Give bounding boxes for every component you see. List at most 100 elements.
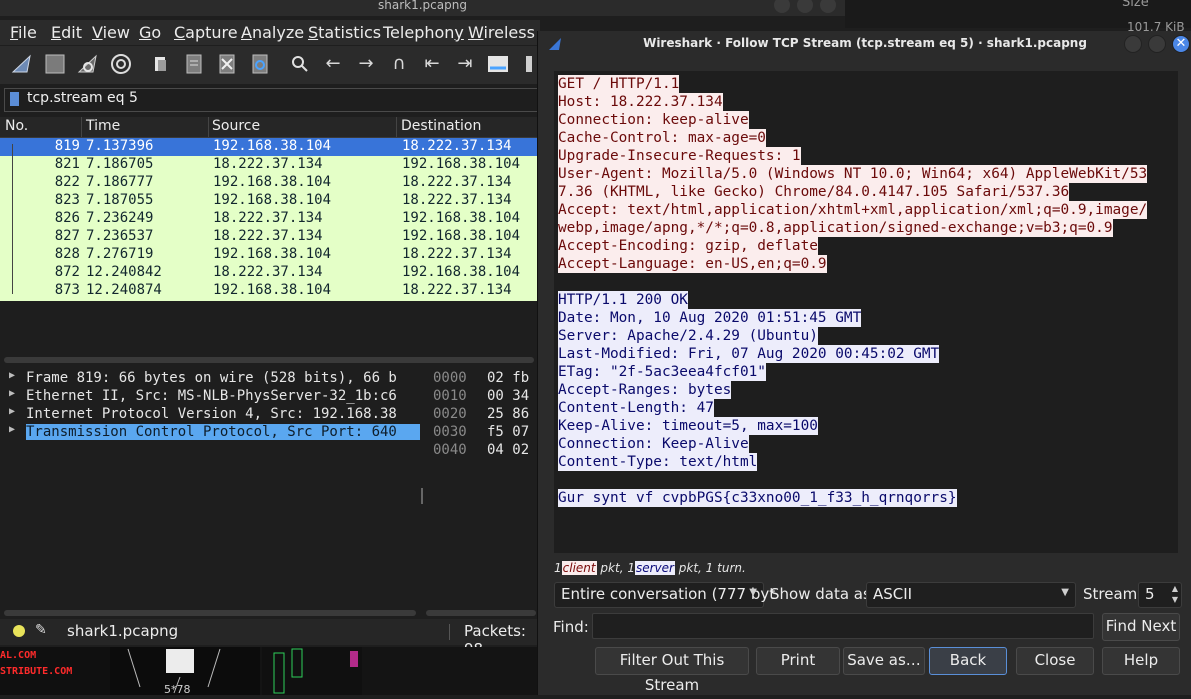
save-as-button[interactable]: Save as… bbox=[843, 647, 925, 675]
bytes-row[interactable]: 0030 f5 07 bbox=[424, 424, 540, 442]
menu-capture[interactable]: Capture bbox=[174, 23, 238, 42]
column-separator[interactable] bbox=[81, 117, 82, 137]
display-filter-bar[interactable]: tcp.stream eq 5 bbox=[4, 88, 542, 112]
menu-view[interactable]: View bbox=[92, 23, 130, 42]
bytes-row[interactable]: 0040 04 02 bbox=[424, 442, 540, 460]
show-data-as-select[interactable]: ASCII ▼ bbox=[866, 582, 1076, 608]
taskbar-thumbnail[interactable] bbox=[262, 647, 362, 695]
show-data-as-value: ASCII bbox=[873, 585, 913, 603]
summary-server-tag: server bbox=[634, 561, 675, 575]
packet-row[interactable]: 826 7.236249 18.222.37.134 192.168.38.104 bbox=[0, 210, 540, 228]
first-packet-icon[interactable]: ⇤ bbox=[420, 52, 444, 76]
column-header-no[interactable]: No. bbox=[5, 118, 28, 134]
expand-arrow-icon[interactable]: ▶ bbox=[9, 406, 15, 417]
pane-splitter-handle[interactable] bbox=[421, 488, 423, 504]
column-header-destination[interactable]: Destination bbox=[401, 118, 481, 134]
display-filter-input[interactable]: tcp.stream eq 5 bbox=[27, 90, 138, 106]
expand-arrow-icon[interactable]: ▶ bbox=[9, 388, 15, 399]
packet-row[interactable]: 819 7.137396 192.168.38.104 18.222.37.134 bbox=[0, 138, 540, 156]
back-button[interactable]: Back bbox=[929, 647, 1007, 675]
stream-number-spinbox[interactable]: 5 ▲ ▼ bbox=[1138, 582, 1182, 608]
packet-row[interactable]: 827 7.236537 18.222.37.134 192.168.38.104 bbox=[0, 228, 540, 246]
dialog-titlebar[interactable]: Wireshark · Follow TCP Stream (tcp.strea… bbox=[538, 31, 1191, 57]
column-header-time[interactable]: Time bbox=[86, 118, 120, 134]
detail-tree-item[interactable]: ▶ Ethernet II, Src: MS-NLB-PhysServer-32_… bbox=[0, 388, 420, 406]
detail-tree-item[interactable]: ▶ Internet Protocol Version 4, Src: 192.1… bbox=[0, 406, 420, 424]
forward-icon[interactable]: → bbox=[354, 52, 378, 76]
column-header-source[interactable]: Source bbox=[212, 118, 260, 134]
open-file-icon[interactable] bbox=[149, 52, 173, 76]
packet-row[interactable]: 822 7.186777 192.168.38.104 18.222.37.134 bbox=[0, 174, 540, 192]
packet-list-scrollbar[interactable] bbox=[4, 357, 534, 363]
bookmark-icon[interactable] bbox=[10, 92, 19, 106]
restart-icon[interactable] bbox=[76, 52, 100, 76]
find-input[interactable] bbox=[592, 613, 1094, 639]
save-file-icon[interactable] bbox=[182, 52, 206, 76]
last-packet-icon[interactable]: ⇥ bbox=[453, 52, 477, 76]
find-icon[interactable] bbox=[288, 52, 312, 76]
column-separator[interactable] bbox=[208, 117, 209, 137]
dialog-maximize-button[interactable] bbox=[1148, 35, 1166, 53]
menu-file[interactable]: File bbox=[10, 23, 37, 42]
stream-content[interactable]: GET / HTTP/1.1 Host: 18.222.37.134 Connect… bbox=[554, 71, 1178, 553]
bytes-row[interactable]: 0020 25 86 bbox=[424, 406, 540, 424]
options-gear-icon[interactable] bbox=[109, 52, 133, 76]
summary-client-tag: client bbox=[561, 561, 597, 575]
packet-row[interactable]: 873 12.240874 192.168.38.104 18.222.37.134 bbox=[0, 282, 540, 300]
taskbar-thumbnail[interactable]: 5*78 bbox=[110, 647, 260, 696]
bytes-row[interactable]: 0000 02 fb bbox=[424, 370, 540, 388]
conversation-bracket bbox=[12, 144, 21, 294]
packet-time: 7.276719 bbox=[86, 246, 154, 262]
spin-down-icon[interactable]: ▼ bbox=[1172, 595, 1178, 604]
menu-go[interactable]: Go bbox=[139, 23, 161, 42]
close-button[interactable]: Close bbox=[1016, 647, 1094, 675]
print-button[interactable]: Print bbox=[756, 647, 840, 675]
detail-tree-item[interactable]: ▶ Transmission Control Protocol, Src Port… bbox=[0, 424, 420, 442]
bytes-row[interactable]: 0010 00 34 bbox=[424, 388, 540, 406]
stream-number-value: 5 bbox=[1145, 585, 1155, 603]
stop-icon[interactable] bbox=[43, 52, 67, 76]
menu-analyze[interactable]: Analyze bbox=[241, 23, 304, 42]
capture-comment-icon[interactable]: ✎ bbox=[35, 622, 47, 638]
autoscroll-icon[interactable] bbox=[486, 52, 510, 76]
packet-row[interactable]: 821 7.186705 18.222.37.134 192.168.38.104 bbox=[0, 156, 540, 174]
client-stream-line: Cache-Control: max-age=0 bbox=[558, 129, 766, 147]
bytes-offset: 0030 bbox=[433, 424, 467, 440]
menu-wireless[interactable]: Wireless bbox=[468, 23, 535, 42]
menu-edit[interactable]: Edit bbox=[51, 23, 82, 42]
packet-row[interactable]: 828 7.276719 192.168.38.104 18.222.37.134 bbox=[0, 246, 540, 264]
packet-no: 873 bbox=[54, 282, 80, 298]
taskbar-thumbnail[interactable]: AL.COM STRIBUTE.COM bbox=[0, 647, 110, 695]
packet-row[interactable]: 872 12.240842 18.222.37.134 192.168.38.104 bbox=[0, 264, 540, 282]
help-button[interactable]: Help bbox=[1102, 647, 1180, 675]
detail-text: Frame 819: 66 bytes on wire (528 bits), … bbox=[26, 370, 397, 386]
server-stream-line: Keep-Alive: timeout=5, max=100 bbox=[558, 417, 818, 435]
details-scrollbar[interactable] bbox=[4, 610, 416, 616]
dialog-minimize-button[interactable] bbox=[1124, 35, 1142, 53]
find-next-button[interactable]: Find Next bbox=[1102, 613, 1180, 641]
spin-up-icon[interactable]: ▲ bbox=[1172, 584, 1178, 593]
back-icon[interactable]: ← bbox=[321, 52, 345, 76]
shark-fin-start-icon[interactable] bbox=[10, 52, 34, 76]
packet-destination: 18.222.37.134 bbox=[402, 138, 512, 154]
detail-tree-item[interactable]: ▶ Frame 819: 66 bytes on wire (528 bits),… bbox=[0, 370, 420, 388]
reload-icon[interactable] bbox=[248, 52, 272, 76]
packet-destination: 192.168.38.104 bbox=[402, 228, 521, 244]
server-stream-line: Date: Mon, 10 Aug 2020 01:51:45 GMT bbox=[558, 309, 862, 327]
goto-packet-icon[interactable]: ∩ bbox=[387, 52, 411, 76]
filter-out-stream-button[interactable]: Filter Out This Stream bbox=[595, 647, 749, 694]
bytes-scrollbar[interactable] bbox=[426, 610, 536, 616]
expert-info-icon[interactable] bbox=[13, 625, 25, 637]
menu-telephony[interactable]: Telephony bbox=[383, 23, 464, 42]
conversation-select[interactable]: Entire conversation (777 byt ▼ bbox=[554, 582, 775, 608]
menu-statistics[interactable]: Statistics bbox=[308, 23, 381, 42]
packet-row[interactable]: 823 7.187055 192.168.38.104 18.222.37.134 bbox=[0, 192, 540, 210]
packet-destination: 18.222.37.134 bbox=[402, 246, 512, 262]
bytes-offset: 0000 bbox=[433, 370, 467, 386]
column-separator[interactable] bbox=[396, 117, 397, 137]
close-file-icon[interactable] bbox=[215, 52, 239, 76]
dialog-close-button[interactable]: ✕ bbox=[1172, 35, 1190, 53]
expand-arrow-icon[interactable]: ▶ bbox=[9, 370, 15, 381]
packet-time: 12.240842 bbox=[86, 264, 162, 280]
expand-arrow-icon[interactable]: ▶ bbox=[9, 424, 15, 435]
